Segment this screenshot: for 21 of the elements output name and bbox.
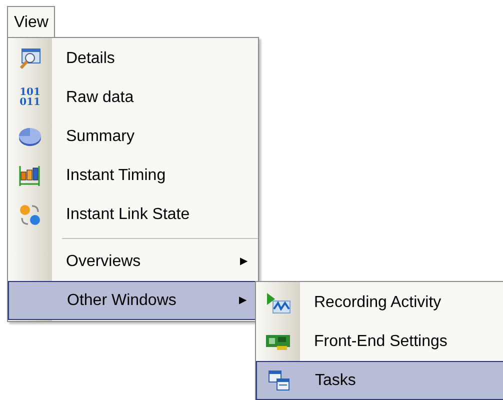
menu-item[interactable]: Raw data [52, 78, 258, 117]
menu-item[interactable]: Recording Activity [300, 283, 503, 322]
menu-item[interactable]: Summary [52, 117, 258, 156]
play-waveform-icon [265, 292, 291, 314]
menu-item[interactable]: Other Windows ▶ [8, 281, 258, 320]
menu-item[interactable]: Front-End Settings [300, 322, 503, 361]
menu-item[interactable]: Instant Timing [52, 156, 258, 195]
magnifier-window-icon [19, 48, 41, 70]
submenu-arrow: ▶ [239, 294, 247, 308]
submenu-arrow: ▶ [240, 255, 248, 269]
link-circles-icon [18, 202, 42, 226]
menu-item[interactable]: Details [52, 39, 258, 78]
menu-item[interactable]: Tasks [256, 361, 503, 400]
menu-item[interactable]: Overviews ▶ [52, 242, 258, 281]
circuit-board-icon [265, 332, 291, 350]
windows-stack-icon [267, 370, 291, 392]
menu-bar-item[interactable]: View [7, 6, 56, 38]
binary-digits-icon: 101 011 [20, 88, 40, 108]
pie-chart-icon [18, 126, 42, 146]
menu-item[interactable]: Instant Link State [52, 195, 258, 234]
bar-chart-icon [18, 164, 42, 188]
